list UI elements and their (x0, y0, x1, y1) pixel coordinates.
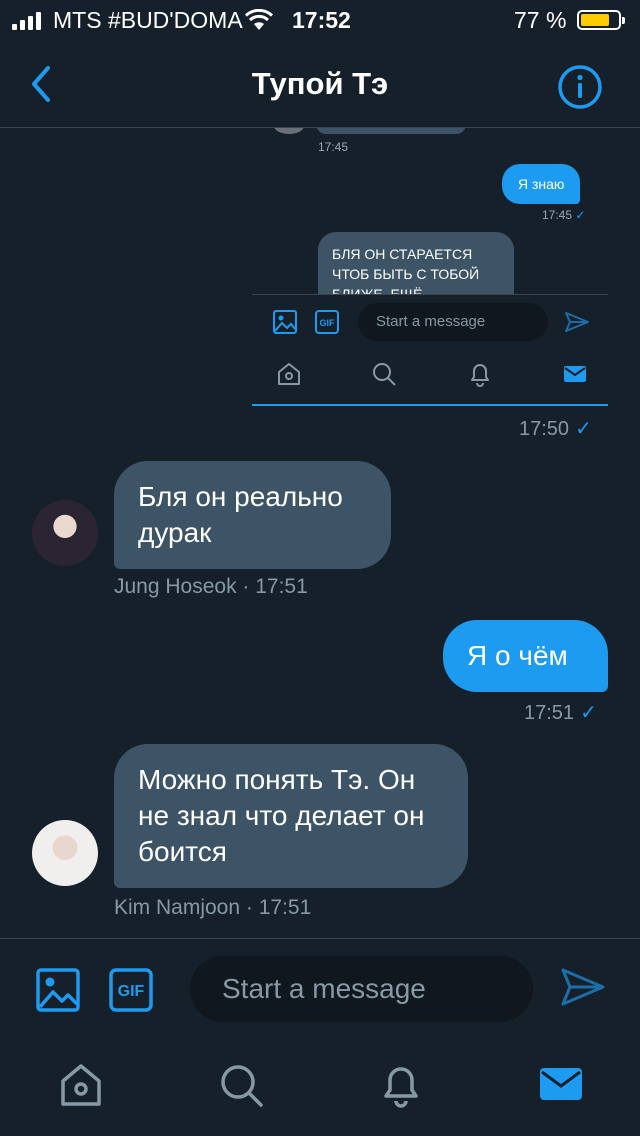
composer: GIF Start a message (0, 938, 640, 1040)
message-time-text: 17:51 (524, 702, 575, 724)
message-bubble: Я знаю (502, 164, 581, 204)
message-meta: Kim Namjoon · 17:51 (114, 896, 312, 919)
bell-icon (467, 361, 493, 392)
tab-bar (276, 361, 608, 392)
gif-label: GIF (118, 983, 145, 1000)
message-time-text: 17:45 (542, 208, 573, 222)
mail-icon[interactable] (538, 1062, 584, 1113)
message-bubble (316, 128, 466, 134)
conversation-header: Тупой Тэ (0, 40, 640, 128)
avatar[interactable] (32, 500, 98, 566)
home-icon[interactable] (58, 1062, 104, 1113)
tab-bar (0, 1040, 640, 1136)
message-time: 17:51 ✓ (524, 700, 597, 725)
message-time-text: 17:50 (519, 418, 570, 440)
status-bar: MTS #BUD'DOMA 17:52 77 % (0, 0, 640, 40)
image-icon[interactable] (35, 967, 81, 1018)
read-tick-icon: ✓ (580, 702, 597, 724)
gif-icon[interactable]: GIF (108, 967, 154, 1018)
svg-text:GIF: GIF (320, 318, 336, 328)
carrier-name: MTS #BUD'DOMA (53, 7, 243, 33)
avatar[interactable] (32, 820, 98, 886)
image-icon (272, 309, 298, 340)
message-input[interactable]: Start a message (190, 956, 533, 1022)
message-time: 17:50 ✓ (519, 416, 592, 441)
battery-icon (577, 10, 625, 30)
embedded-screenshot[interactable]: 17:45 Я знаю 17:45 ✓ БЛЯ ОН СТАРАЕТСЯ ЧТ… (252, 128, 608, 406)
mail-icon (562, 361, 588, 392)
read-tick-icon: ✓ (575, 208, 586, 222)
home-icon (276, 361, 302, 392)
bell-icon[interactable] (378, 1062, 424, 1113)
signal-icon (12, 12, 49, 30)
message-meta: Jung Hoseok · 17:51 (114, 575, 308, 598)
avatar (274, 128, 304, 134)
search-icon (371, 361, 397, 392)
message-time: 17:45 (318, 140, 349, 154)
gif-icon: GIF (314, 309, 340, 340)
message-time: 17:45 ✓ (542, 208, 585, 222)
status-time: 17:52 (292, 7, 351, 33)
conversation-title: Тупой Тэ (251, 66, 389, 101)
message-bubble[interactable]: Можно понять Тэ. Он не знал что делает о… (114, 744, 468, 888)
send-icon[interactable] (560, 967, 606, 1012)
send-icon (564, 311, 590, 338)
message-bubble[interactable]: Бля он реально дурак (114, 461, 391, 569)
battery-percent: 77 % (514, 7, 567, 33)
message-bubble[interactable]: Я о чём (443, 620, 608, 692)
read-tick-icon: ✓ (575, 418, 592, 440)
info-icon[interactable] (557, 64, 603, 115)
wifi-icon (244, 8, 274, 37)
composer: GIF Start a message (252, 294, 608, 404)
message-input: Start a message (358, 303, 548, 341)
search-icon[interactable] (218, 1062, 264, 1113)
